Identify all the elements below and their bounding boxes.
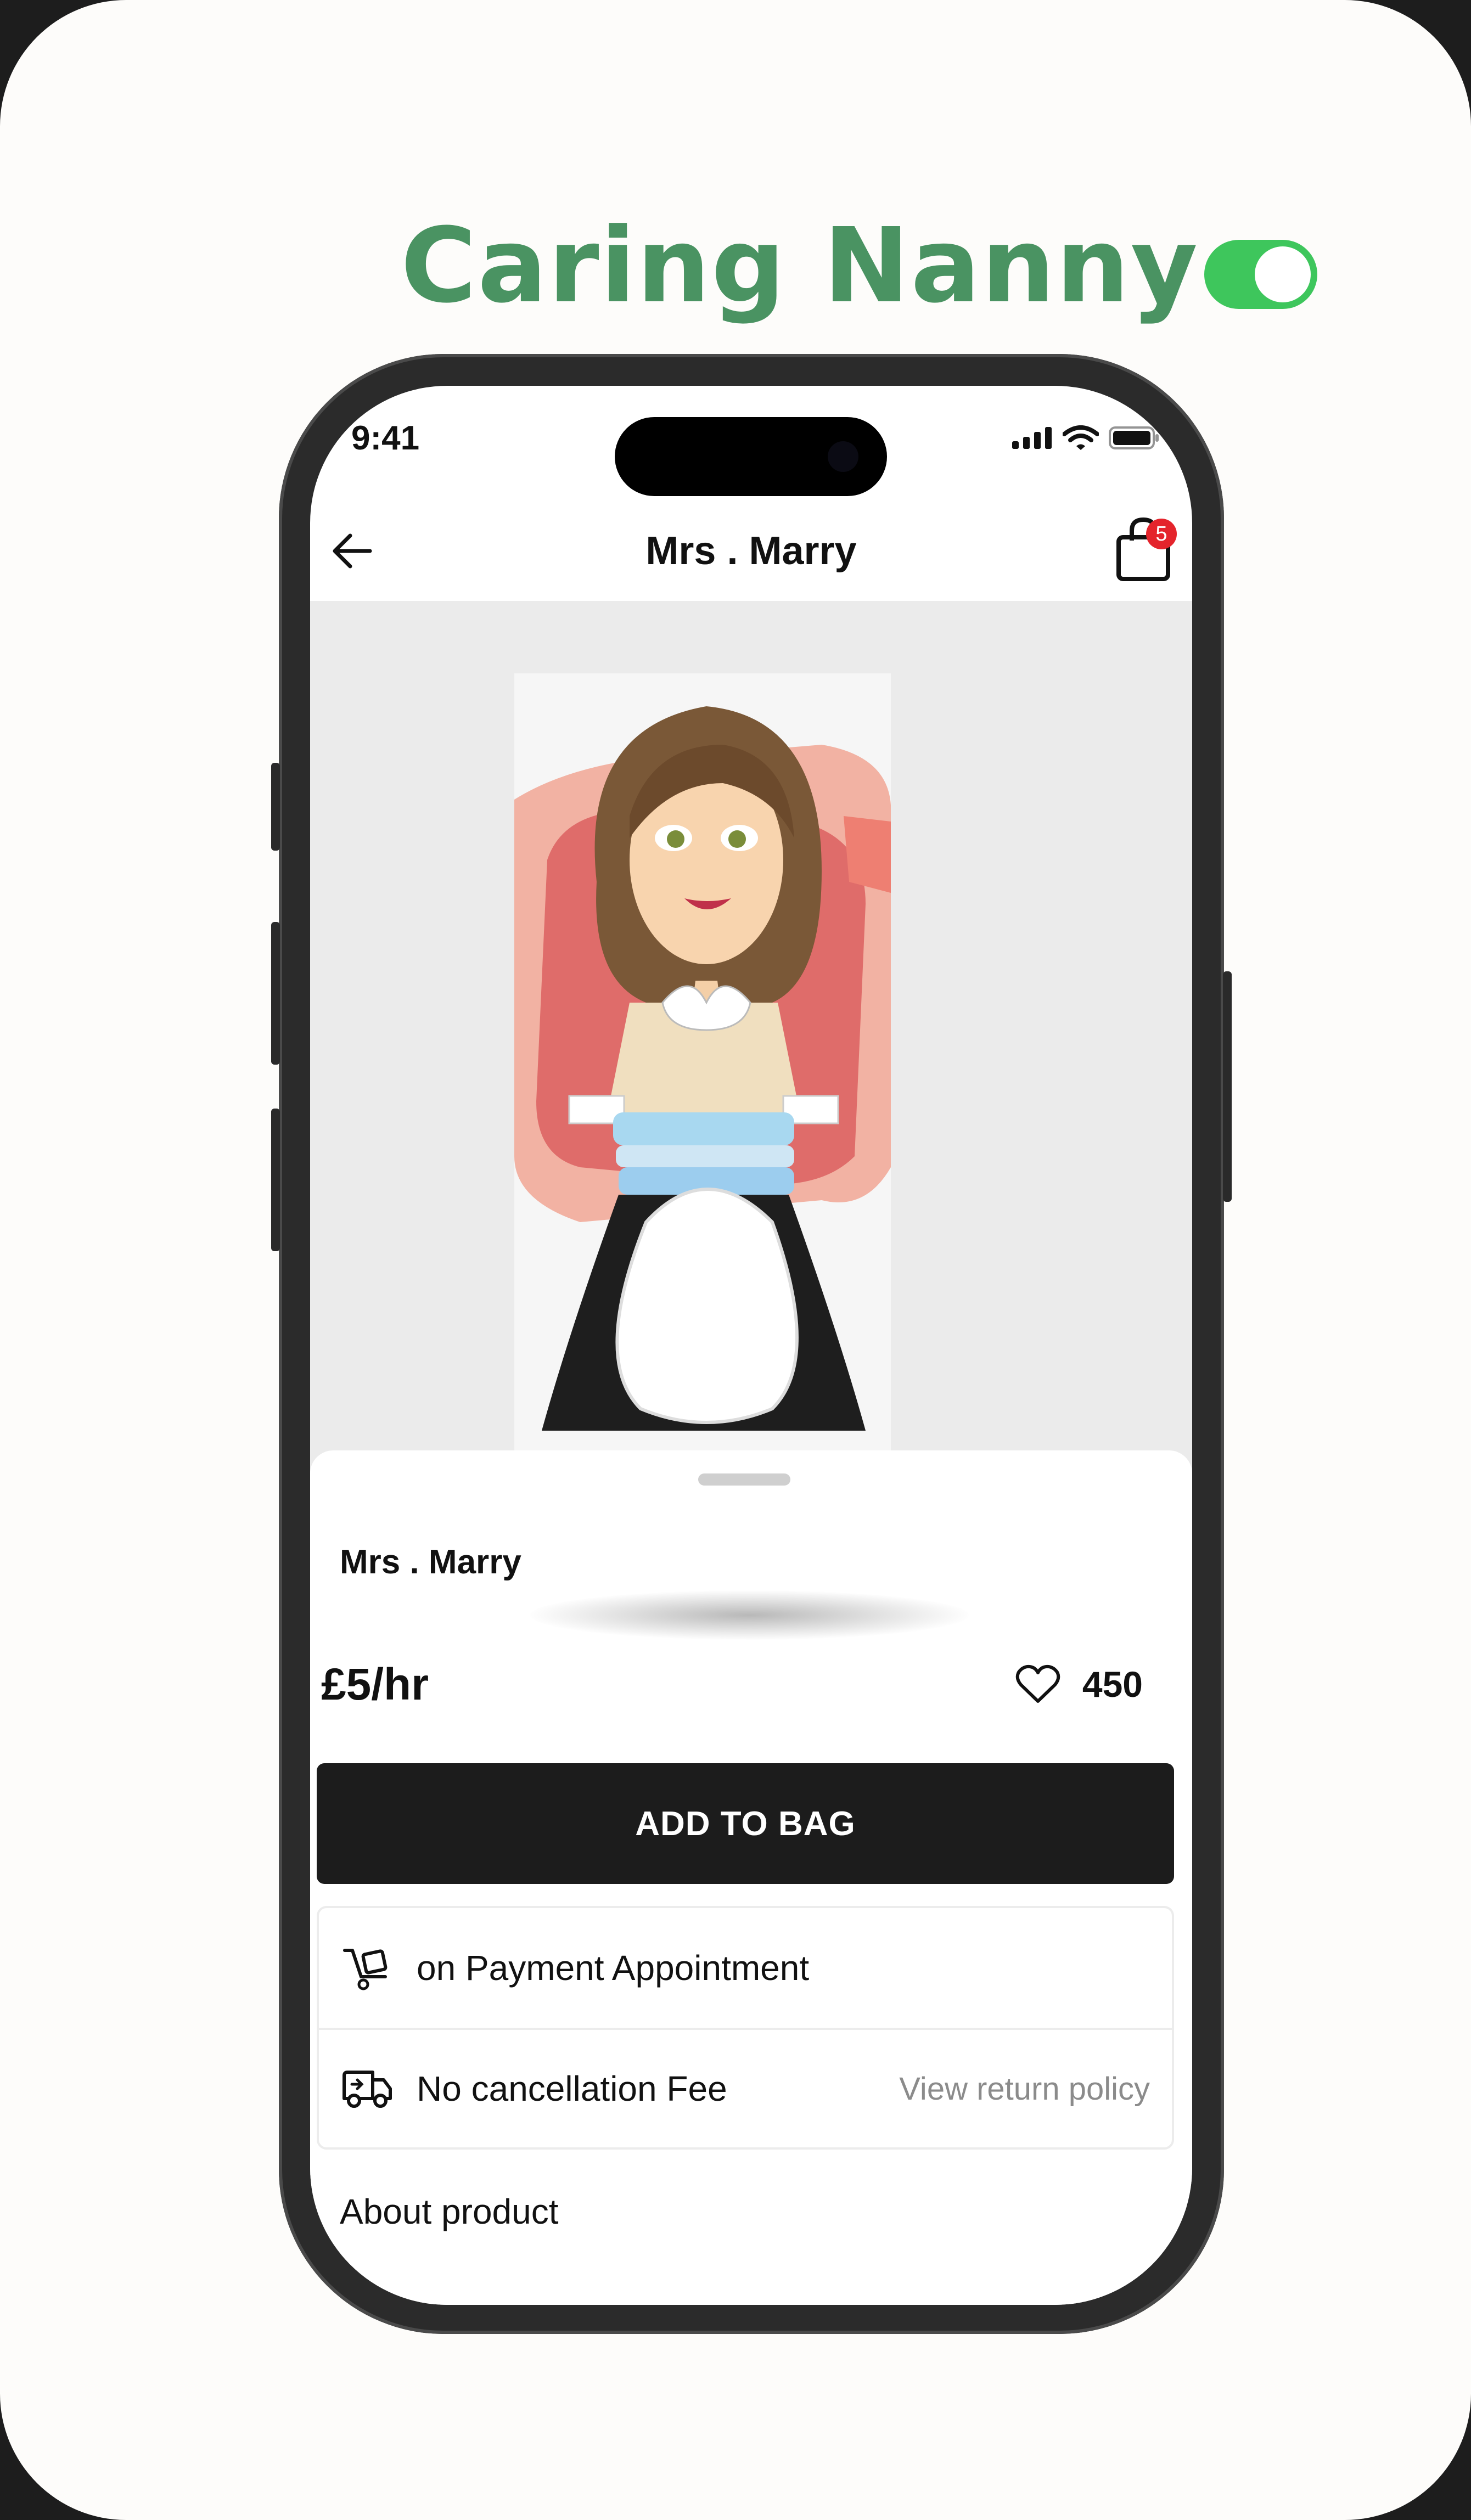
phone-silent-switch [271,763,280,851]
phone-volume-down-button [271,1109,280,1251]
info-row-cancellation: No cancellation Fee View return policy [319,2028,1172,2147]
cellular-signal-icon [1012,427,1052,449]
toggle-knob [1255,246,1311,302]
heart-icon[interactable] [1015,1664,1060,1705]
brand-header: Caring Nanny [401,203,1318,329]
about-product-heading[interactable]: About product [340,2191,559,2232]
phone-power-button [1223,971,1232,1202]
battery-icon [1109,426,1159,449]
page-title: Mrs . Marry [645,529,857,573]
info-text: No cancellation Fee [417,2069,727,2108]
brand-title: Caring Nanny [401,206,1199,326]
trolley-icon [334,1945,400,1991]
nanny-figure-illustration [514,706,891,1431]
bag-count-badge: 5 [1146,519,1177,549]
product-image-area [310,601,1192,1506]
status-time: 9:41 [351,419,420,457]
phone-screen: 9:41 Mrs . Marry 5 Mrs . Marry £5/hr 450… [310,386,1192,2305]
delivery-truck-icon [334,2068,400,2110]
status-icons [1012,425,1159,451]
shopping-bag-button[interactable]: 5 [1114,514,1180,582]
brand-toggle-switch[interactable] [1204,240,1318,309]
product-price: £5/hr [321,1660,429,1709]
decorative-shadow [530,1590,969,1640]
product-details-sheet: Mrs . Marry £5/hr 450 ADD TO BAG on Paym… [310,1450,1192,2305]
product-name: Mrs . Marry [340,1543,521,1581]
nav-header: Mrs . Marry 5 [310,501,1192,600]
add-to-bag-button[interactable]: ADD TO BAG [317,1763,1174,1884]
info-list: on Payment Appointment No cancellation F… [317,1906,1174,2150]
likes-group: 450 [1015,1663,1143,1705]
nanny-illustration [514,673,891,1464]
sheet-grabber[interactable] [698,1473,790,1486]
info-row-payment: on Payment Appointment [319,1908,1172,2028]
view-return-policy-link[interactable]: View return policy [899,2071,1150,2107]
likes-count: 450 [1082,1664,1143,1705]
info-text: on Payment Appointment [417,1948,810,1988]
camera-icon [828,441,858,472]
dynamic-island [615,417,887,496]
page-canvas: Caring Nanny 9:41 Mrs . Marry 5 Mrs . Ma… [0,0,1471,2520]
phone-volume-up-button [271,922,280,1065]
wifi-icon [1063,425,1099,450]
